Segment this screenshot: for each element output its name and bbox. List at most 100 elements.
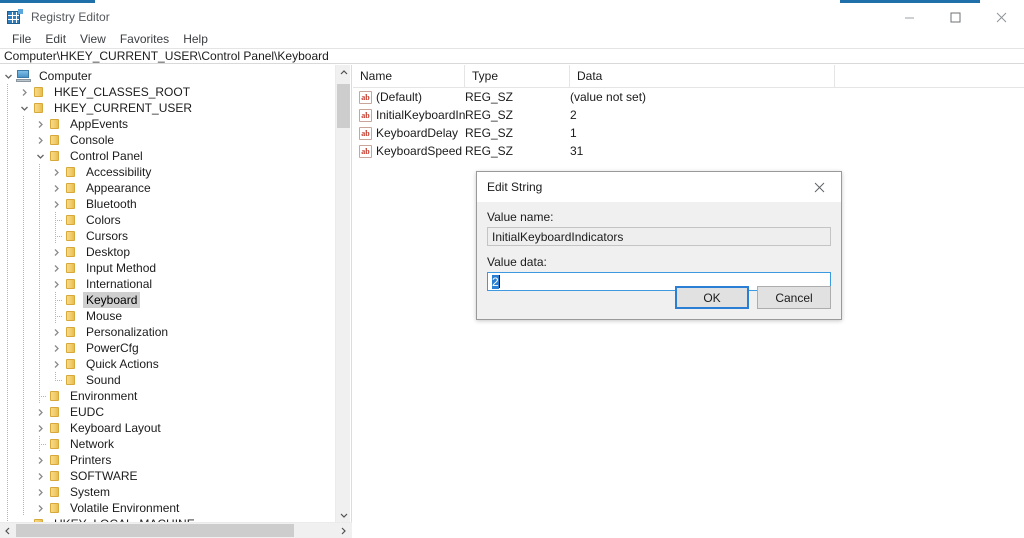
tree-item[interactable]: HKEY_CLASSES_ROOT <box>0 84 336 100</box>
tree-item[interactable]: Mouse <box>0 308 336 324</box>
chevron-right-icon[interactable] <box>32 420 48 436</box>
tree-item[interactable]: Colors <box>0 212 336 228</box>
tree-item[interactable]: Environment <box>0 388 336 404</box>
chevron-right-icon[interactable] <box>48 276 64 292</box>
menu-item-help[interactable]: Help <box>176 31 215 48</box>
tree-item[interactable]: Keyboard Layout <box>0 420 336 436</box>
tree-item[interactable]: Keyboard <box>0 292 336 308</box>
chevron-right-icon[interactable] <box>48 324 64 340</box>
minimize-icon[interactable] <box>886 3 932 31</box>
maximize-icon[interactable] <box>932 3 978 31</box>
column-header-type[interactable]: Type <box>465 65 570 87</box>
tree-item[interactable]: Bluetooth <box>0 196 336 212</box>
tree-item[interactable]: Accessibility <box>0 164 336 180</box>
scroll-up-icon[interactable] <box>336 65 351 80</box>
chevron-right-icon[interactable] <box>16 84 32 100</box>
registry-editor-window: Registry Editor File Edit View Favorites… <box>0 0 1024 538</box>
chevron-right-icon[interactable] <box>48 260 64 276</box>
menu-item-edit[interactable]: Edit <box>38 31 73 48</box>
tree-item[interactable]: Cursors <box>0 228 336 244</box>
chevron-right-icon[interactable] <box>48 180 64 196</box>
menu-item-favorites[interactable]: Favorites <box>113 31 176 48</box>
tree-item[interactable]: Appearance <box>0 180 336 196</box>
tree-item[interactable]: EUDC <box>0 404 336 420</box>
tree-item[interactable]: Quick Actions <box>0 356 336 372</box>
tree-vertical-scrollbar[interactable] <box>335 65 350 522</box>
scroll-down-icon[interactable] <box>336 507 351 522</box>
tree-indent-guide <box>16 164 32 180</box>
chevron-down-icon[interactable] <box>16 100 32 116</box>
tree-item[interactable]: Computer <box>0 68 336 84</box>
folder-icon <box>48 133 62 147</box>
value-data-cell: 31 <box>570 144 584 158</box>
chevron-right-icon[interactable] <box>32 468 48 484</box>
value-row[interactable]: ab InitialKeyboardIn…REG_SZ 2 <box>353 106 1024 124</box>
tree-item[interactable]: Console <box>0 132 336 148</box>
chevron-down-icon[interactable] <box>0 68 16 84</box>
tree-indent-guide <box>0 84 16 100</box>
tree-indent-guide <box>0 164 16 180</box>
ok-button[interactable]: OK <box>675 286 749 309</box>
cancel-button[interactable]: Cancel <box>757 286 831 309</box>
chevron-right-icon[interactable] <box>32 116 48 132</box>
folder-icon <box>48 485 62 499</box>
tree-indent-guide <box>0 148 16 164</box>
registry-tree-pane: Computer HKEY_CLASSES_ROOT HKEY_CURRENT_US… <box>0 65 352 522</box>
chevron-right-icon[interactable] <box>32 132 48 148</box>
value-row[interactable]: ab KeyboardDelay REG_SZ 1 <box>353 124 1024 142</box>
dialog-close-icon[interactable] <box>797 173 841 202</box>
column-header-name[interactable]: Name <box>353 65 465 87</box>
tree-item[interactable]: Input Method <box>0 260 336 276</box>
values-column-headers: Name Type Data <box>353 65 1024 88</box>
chevron-right-icon[interactable] <box>48 196 64 212</box>
tree-indent-guide <box>16 180 32 196</box>
tree-item-label: Control Panel <box>70 149 143 163</box>
chevron-right-icon[interactable] <box>32 484 48 500</box>
chevron-right-icon[interactable] <box>32 404 48 420</box>
tree-indent-guide <box>32 260 48 276</box>
column-header-data[interactable]: Data <box>570 65 835 87</box>
chevron-right-icon[interactable] <box>48 356 64 372</box>
tree-item[interactable]: PowerCfg <box>0 340 336 356</box>
scroll-left-icon[interactable] <box>0 523 15 538</box>
tree-item[interactable]: Control Panel <box>0 148 336 164</box>
tree-indent-guide <box>16 324 32 340</box>
tree-item[interactable]: International <box>0 276 336 292</box>
scroll-right-icon[interactable] <box>335 523 350 538</box>
chevron-right-icon[interactable] <box>48 340 64 356</box>
tree-horizontal-scrollbar[interactable] <box>0 522 352 538</box>
address-bar[interactable]: Computer\HKEY_CURRENT_USER\Control Panel… <box>0 48 1024 64</box>
chevron-down-icon[interactable] <box>32 148 48 164</box>
value-name-text: InitialKeyboardIndicators <box>492 229 624 244</box>
tree-item[interactable]: System <box>0 484 336 500</box>
chevron-right-icon[interactable] <box>48 244 64 260</box>
tree-item[interactable]: Printers <box>0 452 336 468</box>
tree-item[interactable]: Volatile Environment <box>0 500 336 516</box>
chevron-right-icon[interactable] <box>48 164 64 180</box>
tree-item-label: PowerCfg <box>86 341 139 355</box>
tree-item[interactable]: SOFTWARE <box>0 468 336 484</box>
menu-item-view[interactable]: View <box>73 31 113 48</box>
tree-indent-guide <box>0 228 16 244</box>
tree-item[interactable]: AppEvents <box>0 116 336 132</box>
tree-item[interactable]: Sound <box>0 372 336 388</box>
chevron-right-icon[interactable] <box>32 452 48 468</box>
tree-item-label: Computer <box>39 69 92 83</box>
menu-item-file[interactable]: File <box>5 31 38 48</box>
tree-indent-guide <box>16 372 32 388</box>
tree-item[interactable]: HKEY_CURRENT_USER <box>0 100 336 116</box>
close-icon[interactable] <box>978 3 1024 31</box>
value-row[interactable]: ab KeyboardSpeed REG_SZ 31 <box>353 142 1024 160</box>
chevron-right-icon[interactable] <box>32 500 48 516</box>
tree-indent-guide <box>16 356 32 372</box>
value-row[interactable]: ab (Default) REG_SZ (value not set) <box>353 88 1024 106</box>
value-name-text: (Default) <box>376 90 423 104</box>
tree-item[interactable]: Personalization <box>0 324 336 340</box>
tree-indent-guide <box>0 212 16 228</box>
tree-indent-guide <box>0 100 16 116</box>
tree-item[interactable]: Desktop <box>0 244 336 260</box>
tree-indent-guide <box>16 404 32 420</box>
tree-hscrollbar-thumb[interactable] <box>16 524 294 537</box>
tree-scrollbar-thumb[interactable] <box>337 84 350 128</box>
tree-item[interactable]: Network <box>0 436 336 452</box>
